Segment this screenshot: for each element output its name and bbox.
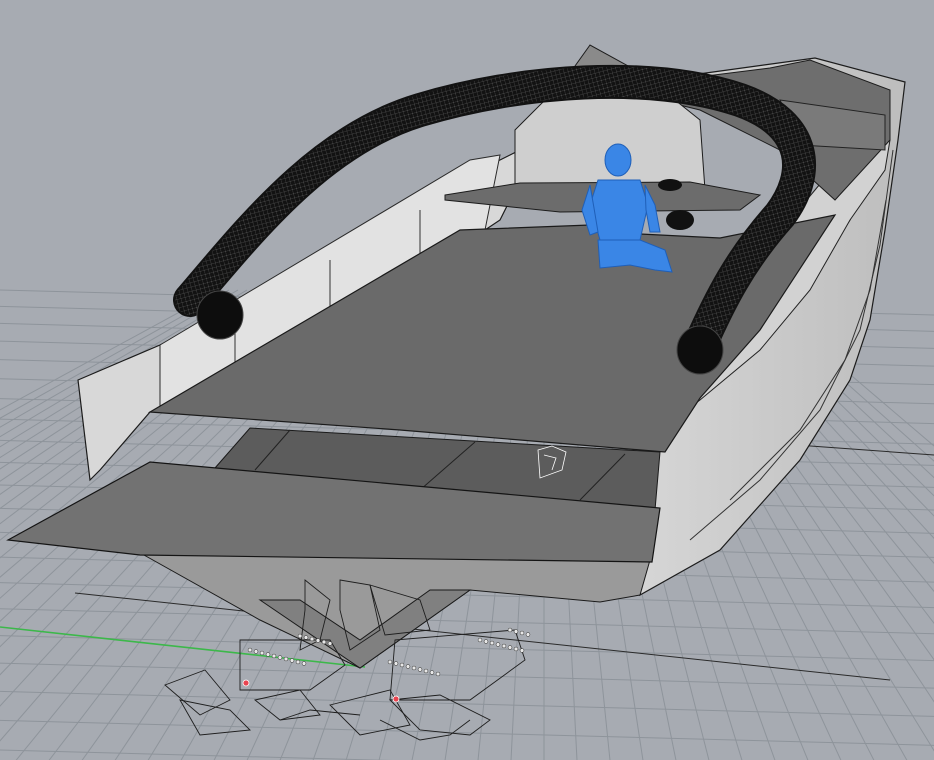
drive-bolt (495, 642, 501, 647)
grid-line (0, 749, 393, 760)
drive-bolt (265, 652, 271, 657)
figure-torso (589, 179, 649, 241)
drive-bolt (513, 646, 519, 652)
drive-bolt (507, 627, 513, 633)
grid-line (0, 608, 934, 635)
model-scene[interactable] (0, 0, 934, 760)
drive-bolt (321, 639, 327, 645)
drive-bolt (399, 662, 405, 668)
tow-arch-foot-starboard[interactable] (676, 325, 724, 375)
drive-bolt (289, 658, 295, 663)
drive-bolt (247, 647, 253, 653)
drive-bolt (283, 656, 289, 662)
drive-bolt (507, 645, 513, 650)
drive-bolt (513, 629, 519, 634)
drive-bolt (423, 668, 429, 674)
drive-bolt (477, 637, 483, 643)
drive-bolt (253, 649, 259, 654)
drive-bolt (417, 667, 423, 672)
helm-seat-post (666, 210, 694, 230)
grid-line (0, 662, 934, 689)
rhino-perspective-viewport[interactable] (0, 0, 934, 760)
drive-bolt (271, 653, 277, 659)
drive-bolt (303, 635, 309, 640)
drive-bolt (295, 659, 301, 665)
drive-bolt (489, 640, 495, 646)
drive-bolt (519, 630, 525, 636)
helm-seat-post (658, 179, 682, 191)
tow-arch-foot-port[interactable] (196, 290, 244, 340)
drive-bolt (411, 665, 417, 671)
drive-bolt (259, 650, 265, 656)
grid-line (0, 690, 934, 717)
drive-bolt (405, 664, 411, 669)
drive-bolt (309, 636, 315, 642)
drive-bolt (315, 638, 321, 643)
drive-bolt (393, 661, 399, 666)
figure-head (604, 143, 632, 177)
drive-bolt (501, 643, 507, 649)
selection-point-marker (392, 695, 400, 703)
drive-bolt (483, 639, 489, 644)
drive-bolt (429, 670, 435, 675)
drive-bolt (277, 655, 283, 660)
drive-bolt (519, 648, 525, 653)
selection-point-marker (242, 679, 250, 687)
drive-bolt (525, 632, 531, 637)
drive-bolt (301, 661, 307, 666)
grid-line (0, 719, 934, 746)
drive-bolt (435, 671, 441, 677)
drive-bolt (387, 659, 393, 665)
drive-bolt (327, 641, 333, 646)
drive-bolt (297, 633, 303, 639)
